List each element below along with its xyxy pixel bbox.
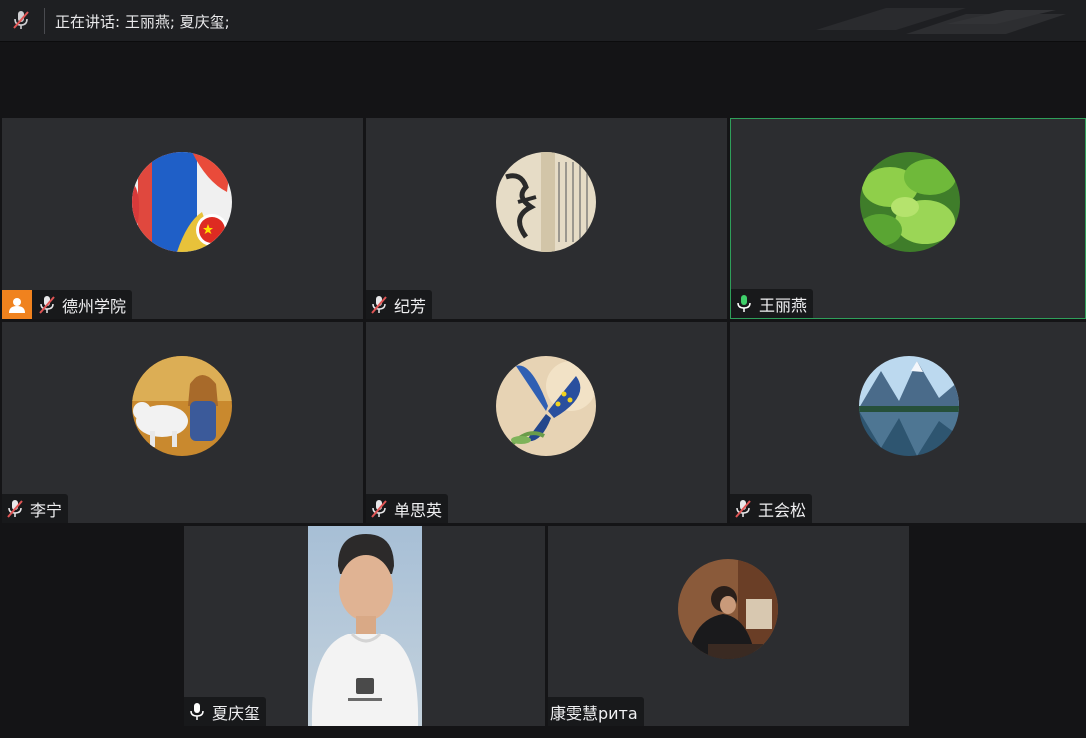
participant-name: 王会松 xyxy=(758,500,807,520)
participant-tile-xiaqingxi[interactable]: 夏庆玺 xyxy=(184,526,545,726)
decoration-graphic xyxy=(816,8,1066,34)
muted-mic-icon xyxy=(39,295,55,314)
avatar xyxy=(132,152,232,252)
participant-name: 李宁 xyxy=(30,500,63,520)
participant-tile-wangliyan[interactable]: 王丽燕 xyxy=(730,118,1086,319)
participant-label: 德州学院 xyxy=(2,290,133,319)
participant-name: 王丽燕 xyxy=(759,295,808,315)
participant-label: 王会松 xyxy=(730,494,813,523)
participant-name: 夏庆玺 xyxy=(212,703,261,723)
mic-icon xyxy=(190,702,204,720)
participant-label: 李宁 xyxy=(2,494,69,523)
participant-tile-lining[interactable]: 李宁 xyxy=(2,322,363,523)
avatar xyxy=(496,152,596,252)
participant-label: 康雯慧рита xyxy=(548,697,644,726)
muted-mic-icon xyxy=(735,499,751,518)
participant-label: 王丽燕 xyxy=(731,289,814,318)
muted-mic-icon[interactable] xyxy=(10,9,32,31)
divider xyxy=(44,8,45,34)
participant-name: 康雯慧рита xyxy=(550,703,638,723)
muted-mic-icon xyxy=(371,499,387,518)
participant-name: 德州学院 xyxy=(62,296,127,316)
participant-tile-shansiying[interactable]: 单思英 xyxy=(366,322,727,523)
participant-tile-kangwenhui[interactable]: 康雯慧рита xyxy=(548,526,909,726)
speaking-indicator: 正在讲话: 王丽燕; 夏庆玺; xyxy=(55,13,230,31)
participant-label: 纪芳 xyxy=(366,290,433,319)
participant-name: 单思英 xyxy=(394,500,443,520)
muted-mic-icon xyxy=(371,295,387,314)
participant-label: 夏庆玺 xyxy=(184,697,267,726)
participant-label: 单思英 xyxy=(366,494,449,523)
participant-tile-jifang[interactable]: 纪芳 xyxy=(366,118,727,319)
avatar xyxy=(496,356,596,456)
avatar xyxy=(132,356,232,456)
muted-mic-icon xyxy=(7,499,23,518)
mic-icon xyxy=(737,294,751,312)
participant-name: 纪芳 xyxy=(394,296,427,316)
avatar xyxy=(678,559,778,659)
participant-tile-dezhou[interactable]: 德州学院 xyxy=(2,118,363,319)
top-bar: 正在讲话: 王丽燕; 夏庆玺; xyxy=(0,0,1086,42)
avatar xyxy=(859,356,959,456)
avatar xyxy=(860,152,960,252)
user-icon xyxy=(9,297,25,313)
host-badge xyxy=(2,290,32,319)
video-feed xyxy=(308,526,422,726)
participant-tile-wanghuisong[interactable]: 王会松 xyxy=(730,322,1086,523)
